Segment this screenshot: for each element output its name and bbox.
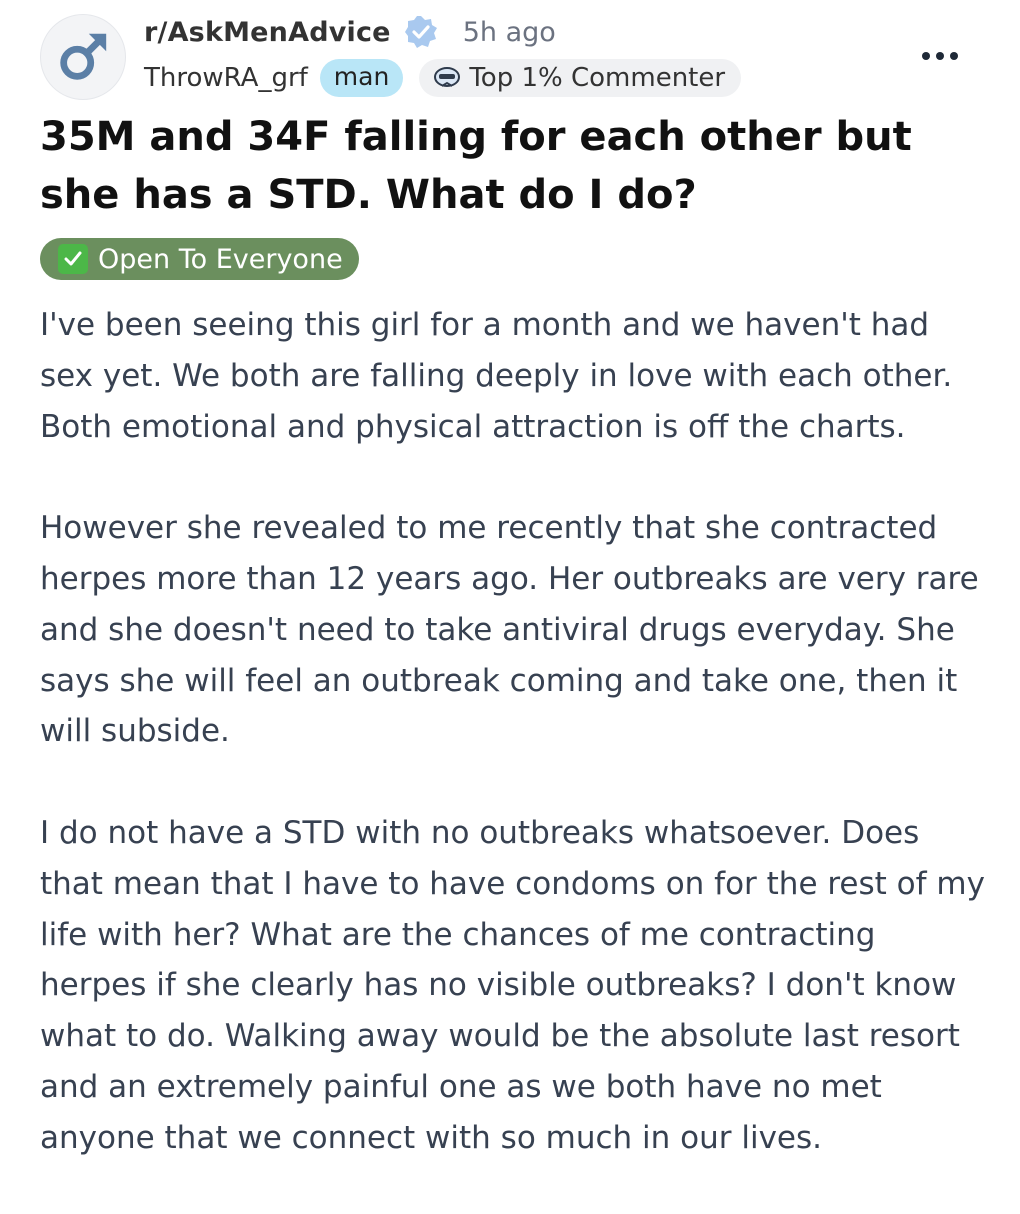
- checkmark-icon: [58, 244, 88, 274]
- post-time: 5h ago: [462, 16, 556, 48]
- post-title[interactable]: 35M and 34F falling for each other but s…: [40, 108, 980, 224]
- badge-label: Top 1% Commenter: [469, 63, 726, 93]
- commenter-badge: Top 1% Commenter: [419, 59, 742, 97]
- user-flair: man: [319, 59, 404, 97]
- subreddit-name[interactable]: r/AskMenAdvice: [144, 17, 391, 48]
- post-flair-label: Open To Everyone: [98, 243, 343, 275]
- post-paragraph: However she revealed to me recently that…: [40, 510, 979, 750]
- more-options-icon[interactable]: [922, 46, 962, 66]
- subreddit-row: r/AskMenAdvice 5h ago: [144, 14, 556, 50]
- post-header: r/AskMenAdvice 5h ago ThrowRA_grf man To…: [40, 14, 980, 104]
- post-paragraph: I've been seeing this girl for a month a…: [40, 307, 953, 445]
- subreddit-avatar[interactable]: [40, 14, 126, 100]
- male-symbol-icon: [60, 33, 107, 80]
- verified-badge-icon: [404, 16, 437, 48]
- author-row: ThrowRA_grf man Top 1% Commenter: [144, 58, 742, 98]
- post-paragraph: I do not have a STD with no outbreaks wh…: [40, 814, 985, 1156]
- author-username[interactable]: ThrowRA_grf: [144, 63, 308, 93]
- commenter-badge-icon: [434, 67, 461, 87]
- post-flair[interactable]: Open To Everyone: [40, 238, 359, 280]
- post-body: I've been seeing this girl for a month a…: [40, 300, 985, 1214]
